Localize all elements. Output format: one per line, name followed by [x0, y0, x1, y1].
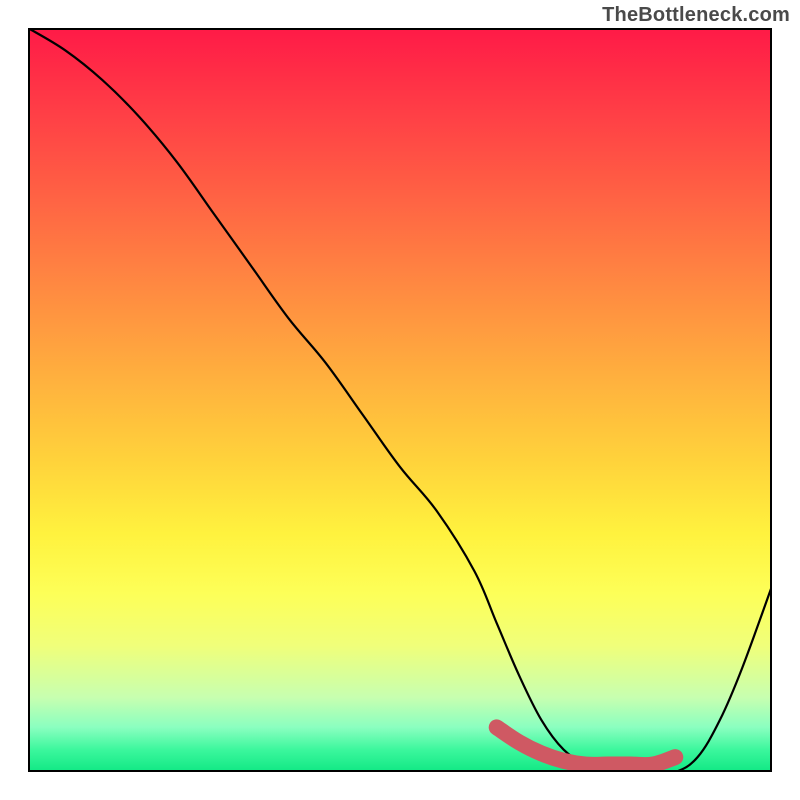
optimal-zone-marker-path [497, 727, 676, 765]
chart-svg [28, 28, 772, 772]
bottleneck-curve-path [28, 28, 772, 772]
plot-area [28, 28, 772, 772]
watermark-text: TheBottleneck.com [602, 4, 790, 27]
bottleneck-chart: TheBottleneck.com [0, 0, 800, 800]
